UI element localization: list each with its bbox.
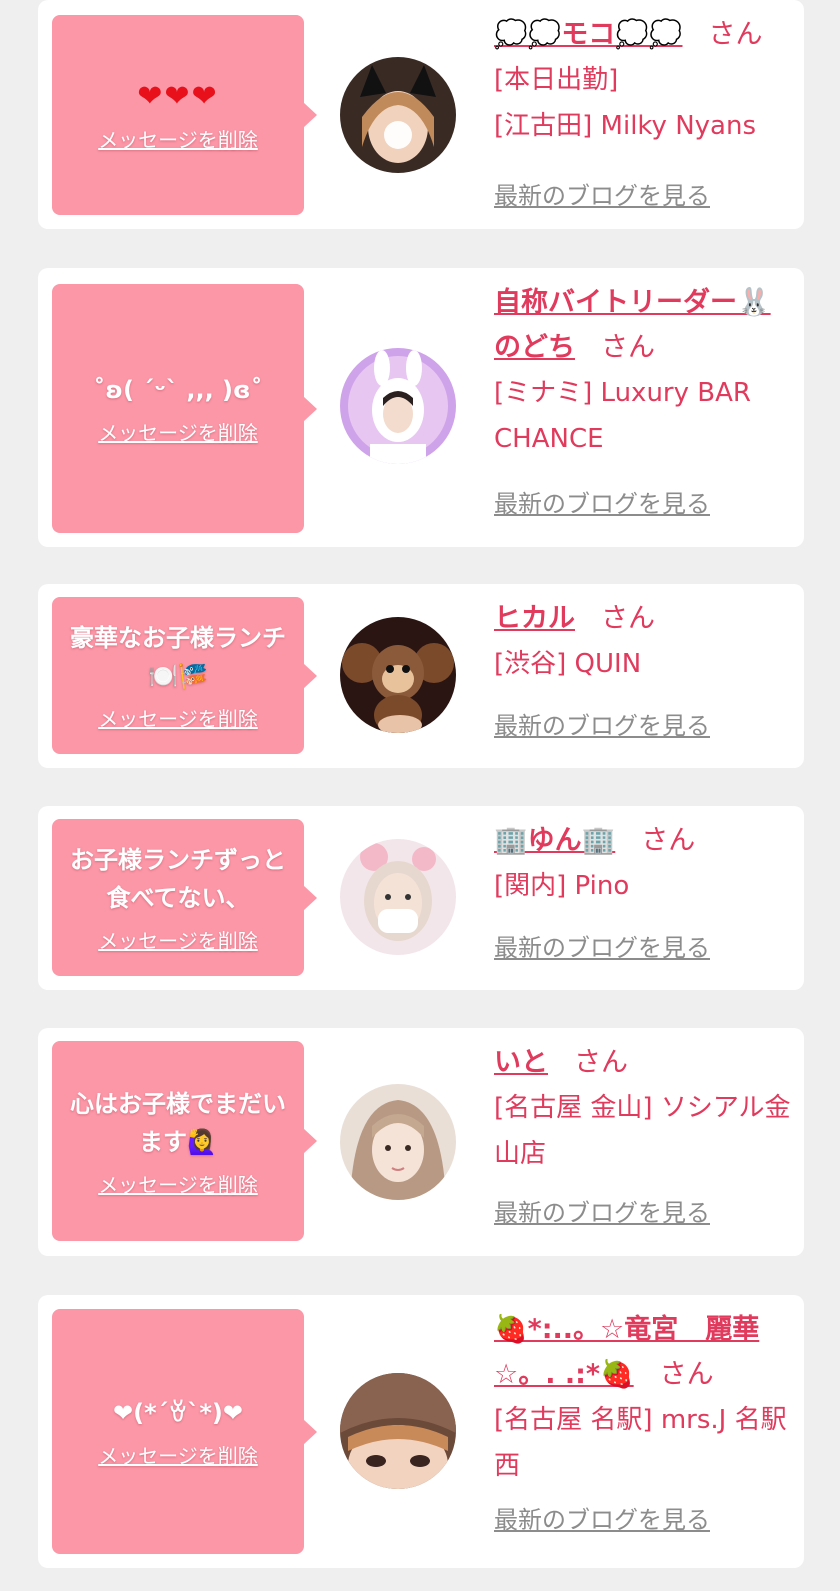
user-info: 🏢ゆん🏢 さん [関内] Pino (494, 818, 794, 909)
shop-text: [関内] Pino (494, 871, 630, 901)
user-name-link[interactable]: 🏢ゆん🏢 (494, 825, 615, 856)
message-card: 心はお子様でまだいます🙋‍♀️ メッセージを削除 いと さん [名古屋 金山] ソ… (38, 1028, 804, 1256)
shop-text: [名古屋 金山] ソシアル金山店 (494, 1093, 791, 1169)
avatar[interactable] (340, 617, 456, 733)
message-card: 豪華なお子様ランチ🍽️🎏 メッセージを削除 ヒカル さん [渋谷] QUIN 最新… (38, 584, 804, 768)
san-label: さん (601, 332, 655, 363)
san-label: さん (641, 825, 696, 856)
message-bubble: ❤(*´ꈊ`*)❤ メッセージを削除 (52, 1309, 317, 1554)
shop-text: [名古屋 名駅] mrs.J 名駅西 (494, 1405, 787, 1481)
san-label: さん (601, 603, 655, 634)
delete-message-link[interactable]: メッセージを削除 (98, 703, 258, 732)
san-label: さん (659, 1359, 714, 1390)
user-name-link[interactable]: 🍓*:..。☆竜宮 麗華☆。. .:*🍓 (494, 1314, 759, 1390)
message-card: お子様ランチずっと食べてない、 メッセージを削除 🏢ゆん🏢 さん [関内] Pin… (38, 806, 804, 990)
user-info: 🍓*:..。☆竜宮 麗華☆。. .:*🍓 さん [名古屋 名駅] mrs.J 名駅… (494, 1307, 794, 1489)
avatar[interactable] (340, 839, 456, 955)
delete-message-link[interactable]: メッセージを削除 (98, 925, 258, 954)
name-line: いと さん (494, 1040, 794, 1085)
message-bubble: ˚ʚ( ˊᵕˋ ,,, )ɞ˚ メッセージを削除 (52, 284, 317, 533)
name-line: 💭💭モコ💭💭 さん (494, 12, 794, 57)
message-text: 心はお子様でまだいます🙋‍♀️ (70, 1089, 286, 1156)
name-line: 自称バイトリーダー🐰のどち さん (494, 280, 794, 370)
name-line: 🏢ゆん🏢 さん (494, 818, 794, 863)
message-bubble: 豪華なお子様ランチ🍽️🎏 メッセージを削除 (52, 597, 317, 754)
name-line: 🍓*:..。☆竜宮 麗華☆。. .:*🍓 さん (494, 1307, 794, 1397)
avatar[interactable] (340, 1373, 456, 1489)
user-info: 自称バイトリーダー🐰のどち さん [ミナミ] Luxury BAR CHANCE (494, 280, 794, 462)
message-text: ❤❤❤ (137, 78, 219, 114)
message-bubble: お子様ランチずっと食べてない、 メッセージを削除 (52, 819, 317, 976)
user-info: 💭💭モコ💭💭 さん [本日出勤] [江古田] Milky Nyans (494, 12, 794, 149)
user-info: ヒカル さん [渋谷] QUIN (494, 596, 794, 687)
name-line: ヒカル さん (494, 596, 794, 641)
latest-blog-link[interactable]: 最新のブログを見る (494, 484, 710, 519)
delete-message-link[interactable]: メッセージを削除 (98, 1169, 258, 1198)
user-name-link[interactable]: ヒカル (494, 603, 575, 634)
user-name-link[interactable]: 💭💭モコ💭💭 (494, 19, 682, 50)
san-label: さん (708, 19, 763, 50)
message-text: ❤(*´ꈊ`*)❤ (112, 1399, 243, 1427)
message-bubble: 心はお子様でまだいます🙋‍♀️ メッセージを削除 (52, 1041, 317, 1241)
shop-text: [渋谷] QUIN (494, 649, 642, 679)
delete-message-link[interactable]: メッセージを削除 (98, 1440, 258, 1469)
message-card: ❤(*´ꈊ`*)❤ メッセージを削除 🍓*:..。☆竜宮 麗華☆。. .:*🍓 さ… (38, 1295, 804, 1568)
shop-text: [ミナミ] Luxury BAR CHANCE (494, 378, 751, 454)
latest-blog-link[interactable]: 最新のブログを見る (494, 928, 710, 963)
user-name-link[interactable]: いと (494, 1047, 548, 1078)
delete-message-link[interactable]: メッセージを削除 (98, 124, 258, 153)
san-label: さん (574, 1047, 628, 1078)
message-text: ˚ʚ( ˊᵕˋ ,,, )ɞ˚ (93, 376, 263, 404)
message-text: 豪華なお子様ランチ🍽️🎏 (70, 624, 286, 690)
delete-message-link[interactable]: メッセージを削除 (98, 417, 258, 446)
message-card: ˚ʚ( ˊᵕˋ ,,, )ɞ˚ メッセージを削除 自称バイトリーダー🐰のどち さん… (38, 268, 804, 547)
message-bubble: ❤❤❤ メッセージを削除 (52, 15, 317, 215)
message-card: ❤❤❤ メッセージを削除 💭💭モコ💭💭 さん [本日出勤] [江古田] Milky… (38, 0, 804, 229)
avatar[interactable] (340, 348, 456, 464)
latest-blog-link[interactable]: 最新のブログを見る (494, 176, 710, 211)
latest-blog-link[interactable]: 最新のブログを見る (494, 1193, 710, 1228)
avatar[interactable] (340, 57, 456, 173)
user-info: いと さん [名古屋 金山] ソシアル金山店 (494, 1040, 794, 1177)
message-text: お子様ランチずっと食べてない、 (70, 846, 286, 912)
latest-blog-link[interactable]: 最新のブログを見る (494, 706, 710, 741)
avatar[interactable] (340, 1084, 456, 1200)
latest-blog-link[interactable]: 最新のブログを見る (494, 1500, 710, 1535)
shop-text: [本日出勤] [江古田] Milky Nyans (494, 65, 757, 141)
